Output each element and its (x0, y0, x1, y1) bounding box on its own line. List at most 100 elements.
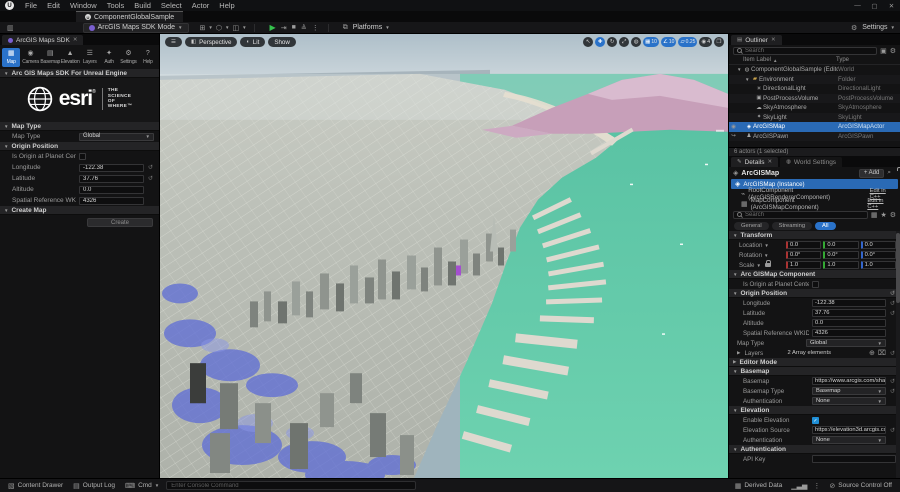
project-tab[interactable]: U ComponentGlobalSample (76, 11, 183, 22)
browse-icon[interactable]: ⌕ (887, 169, 891, 177)
visibility-eye-icon[interactable]: ↪ (729, 133, 738, 139)
viewport-menu-button[interactable]: ☰ (165, 37, 182, 47)
play-options-kebab-icon[interactable]: ⋮ (310, 24, 321, 32)
console-command-box[interactable] (166, 481, 416, 490)
transform-section-header[interactable]: ▼Transform (729, 231, 900, 240)
location-z-input[interactable]: 0.0 (861, 241, 896, 249)
create-button[interactable]: Create (87, 218, 153, 227)
outliner-row-skyatmosphere[interactable]: ☁ SkyAtmosphereSkyAtmosphere (729, 103, 900, 113)
basemap-auth-select[interactable]: None▼ (812, 397, 886, 405)
cinematics-icon[interactable]: ◫ (230, 24, 241, 32)
location-y-input[interactable]: 0.0 (823, 241, 858, 249)
maximize-viewport-button[interactable]: ❒ (714, 37, 724, 47)
outliner-row-postprocessvolume[interactable]: ▣ PostProcessVolumePostProcessVolume (729, 94, 900, 104)
arcgis-component-section-header[interactable]: ▼Arc GISMap Component (729, 270, 900, 279)
outliner-row-directionallight[interactable]: ☀ DirectionalLightDirectionalLight (729, 84, 900, 94)
rotate-tool-button[interactable]: ↻ (607, 37, 617, 47)
elevation-section-header[interactable]: ▼Elevation (729, 406, 900, 415)
frame-skip-button[interactable]: ⇥ (279, 24, 289, 32)
add-component-button[interactable]: + Add (859, 169, 885, 178)
favorites-star-icon[interactable]: ★ (880, 211, 886, 219)
filter-general[interactable]: General (734, 222, 769, 230)
scale-y-input[interactable]: 1.0 (823, 261, 858, 269)
filter-all[interactable]: All (815, 222, 835, 230)
outliner-row-skylight[interactable]: ✦ SkyLightSkyLight (729, 113, 900, 123)
content-drawer-button[interactable]: ▧ Content Drawer (5, 482, 66, 490)
api-key-input[interactable] (812, 455, 896, 463)
lock-details-icon[interactable] (894, 170, 896, 177)
scale-tool-button[interactable]: ⤢ (619, 37, 629, 47)
lit-button[interactable]: ◐Lit (240, 37, 265, 47)
cmd-dropdown[interactable]: ⌨ Cmd ▼ (122, 482, 162, 490)
details-origin-section-header[interactable]: ▼Origin Position↺ (729, 289, 900, 298)
mode-camera[interactable]: ◉Camera (21, 48, 39, 67)
basemap-section-header[interactable]: ▼Basemap (729, 367, 900, 376)
reset-icon[interactable]: ↺ (889, 310, 896, 317)
mode-layers[interactable]: ☰Layers (81, 48, 99, 67)
latitude-input[interactable]: 37.76 (79, 175, 144, 183)
mode-help[interactable]: ?Help (139, 48, 157, 67)
reset-icon[interactable]: ↺ (147, 164, 154, 171)
outliner-column-header[interactable]: Item Label▲ Type (729, 56, 900, 65)
platforms-dropdown[interactable]: ⧉ Platforms ▼ (336, 23, 395, 33)
planet-center-checkbox[interactable] (79, 153, 86, 160)
maximize-button[interactable]: ▢ (866, 2, 883, 10)
reset-icon[interactable]: ↺ (889, 300, 896, 307)
grid-snap-button[interactable]: ▦10 (643, 37, 659, 47)
show-button[interactable]: Show (268, 37, 295, 47)
scale-x-input[interactable]: 1.0 (786, 261, 821, 269)
rotation-x-input[interactable]: 0.0° (786, 251, 821, 259)
rotation-snap-button[interactable]: ∠10 (661, 37, 677, 47)
mode-auth[interactable]: ✦Auth (100, 48, 118, 67)
world-space-button[interactable]: ◍ (631, 37, 641, 47)
menu-build[interactable]: Build (129, 0, 156, 11)
reset-icon[interactable]: ↺ (889, 388, 896, 395)
outliner-search[interactable] (733, 47, 877, 55)
mode-elevation[interactable]: ▲Elevation (61, 48, 80, 67)
tab-arcgis-maps-sdk[interactable]: ArcGIS Maps SDK ✕ (2, 35, 83, 45)
menu-select[interactable]: Select (156, 0, 187, 11)
blueprints-chevron[interactable]: ▼ (225, 25, 229, 30)
source-control-button[interactable]: ⊘ Source Control Off (826, 482, 895, 490)
basemap-type-select[interactable]: Basemap▼ (812, 387, 886, 395)
location-x-input[interactable]: 0.0 (786, 241, 821, 249)
details-scrollbar[interactable] (896, 231, 900, 478)
details-search-input[interactable] (745, 212, 864, 218)
map-type-select[interactable]: Global▼ (79, 133, 154, 141)
altitude-input[interactable]: 0.0 (812, 319, 886, 327)
rotation-z-input[interactable]: 0.0° (861, 251, 896, 259)
reset-icon[interactable]: ↺ (147, 175, 154, 182)
rotation-y-input[interactable]: 0.0° (823, 251, 858, 259)
add-layer-icon[interactable]: ⊕ (869, 349, 875, 357)
blueprints-icon[interactable]: ⬡ (214, 24, 224, 32)
mode-settings[interactable]: ⚙Settings (119, 48, 137, 67)
settings-dropdown[interactable]: Settings (862, 24, 887, 31)
sdk-section-header[interactable]: ▼Arc GIS Maps SDK For Unreal Engine (0, 69, 159, 78)
tab-world-settings[interactable]: ◍ World Settings (780, 157, 842, 167)
origin-position-section-header[interactable]: ▼Origin Position (0, 142, 159, 151)
stop-button[interactable]: ■ (290, 24, 298, 31)
outliner-row-environment[interactable]: ▼▰ EnvironmentFolder (729, 75, 900, 85)
enable-elevation-checkbox[interactable]: ✓ (812, 417, 819, 424)
perspective-button[interactable]: ◧Perspective (185, 37, 238, 47)
elevation-source-input[interactable]: https://elevation3d.arcgis.com/arcgis/ (812, 426, 886, 434)
quick-add-icon[interactable]: ⊞ (198, 24, 208, 32)
scale-lock-icon[interactable] (765, 263, 771, 267)
menu-file[interactable]: File (20, 0, 42, 11)
kebab-icon[interactable]: ⋮ (813, 482, 820, 490)
menu-actor[interactable]: Actor (187, 0, 215, 11)
close-button[interactable]: ✕ (883, 2, 900, 10)
display-filter-icon[interactable]: ▦ (871, 211, 878, 219)
elevation-auth-select[interactable]: None▼ (812, 436, 886, 444)
menu-tools[interactable]: Tools (102, 0, 130, 11)
outliner-row-arcgispawn[interactable]: ↪ ♟ ArcGISPawnArcGISPawn (729, 132, 900, 142)
details-gear-icon[interactable]: ⚙ (890, 211, 896, 219)
filter-streaming[interactable]: Streaming (772, 222, 812, 230)
save-icon[interactable]: ▥ (5, 24, 16, 32)
outliner-row-world[interactable]: ▼◍ ComponentGlobalSample (Editor)World (729, 65, 900, 75)
map-type-select[interactable]: Global▼ (806, 339, 886, 347)
mode-basemap[interactable]: ▤Basemap (41, 48, 60, 67)
derived-data-button[interactable]: ▦ Derived Data (732, 482, 786, 490)
tab-details[interactable]: ✎ Details ✕ (731, 157, 778, 167)
close-icon[interactable]: ✕ (767, 159, 772, 165)
